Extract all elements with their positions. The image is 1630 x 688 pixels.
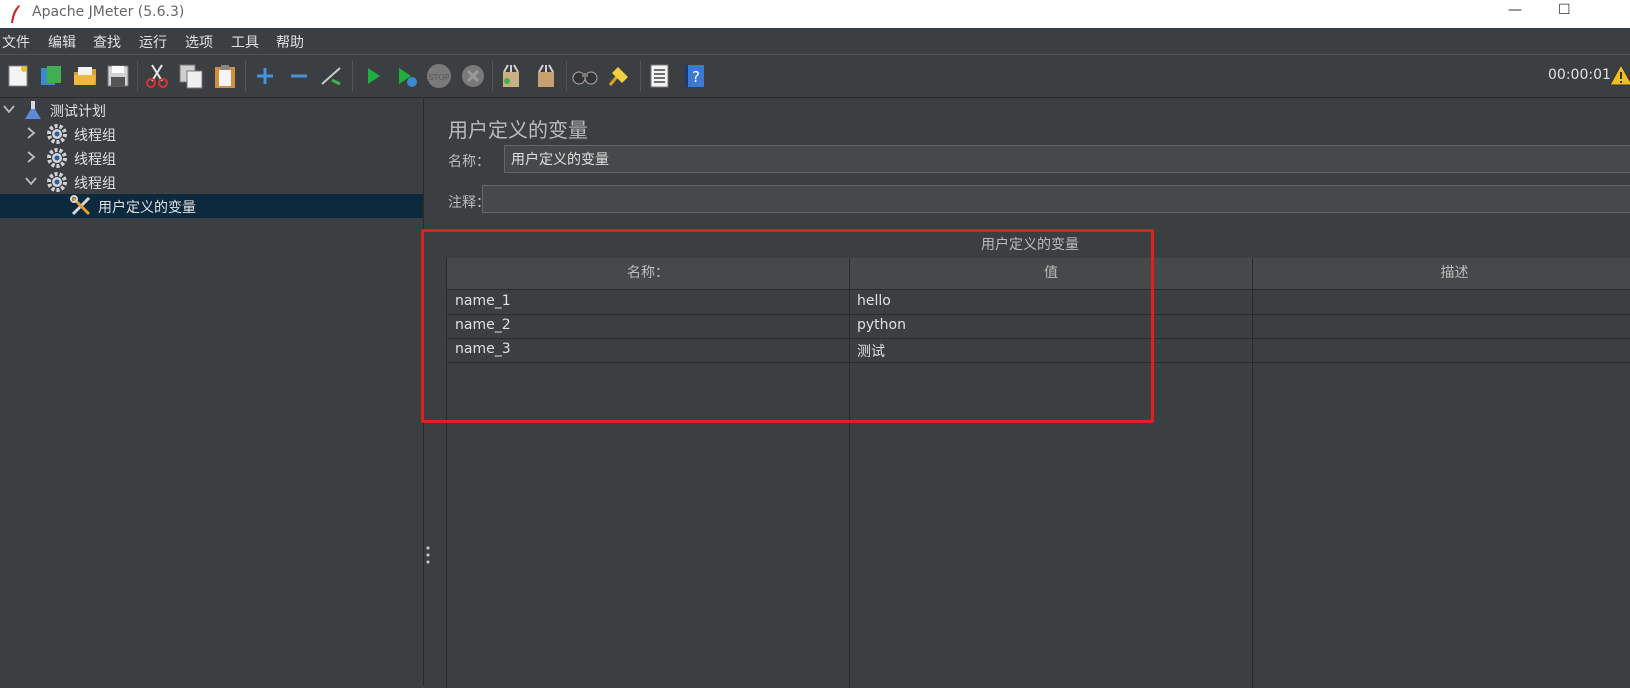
maximize-button[interactable]: ☐ <box>1558 2 1571 18</box>
clear-icon[interactable] <box>498 63 524 89</box>
reset-search-icon[interactable] <box>606 63 632 89</box>
annotation-highlight-box <box>421 229 1154 423</box>
new-icon[interactable] <box>5 63 31 89</box>
expand-icon[interactable] <box>252 63 278 89</box>
chevron-right-icon[interactable] <box>24 150 38 164</box>
tree-item-label: 用户定义的变量 <box>98 200 196 216</box>
chevron-down-icon[interactable] <box>2 102 16 116</box>
cut-icon[interactable] <box>144 63 170 89</box>
tree-item-user-defined-variables[interactable]: 用户定义的变量 <box>0 194 423 218</box>
start-icon[interactable] <box>360 63 386 89</box>
chevron-down-icon[interactable] <box>24 174 38 188</box>
search-icon[interactable] <box>572 63 598 89</box>
menu-options[interactable]: 选项 <box>185 32 213 52</box>
menu-edit[interactable]: 编辑 <box>48 32 76 52</box>
menu-help[interactable]: 帮助 <box>276 32 304 52</box>
tree-item-label: 测试计划 <box>50 104 106 120</box>
chevron-right-icon[interactable] <box>24 126 38 140</box>
gear-icon <box>47 172 67 192</box>
toggle-icon[interactable] <box>318 63 344 89</box>
open-icon[interactable] <box>72 63 98 89</box>
function-helper-icon[interactable] <box>646 63 672 89</box>
toolbar-separator <box>492 61 493 91</box>
toolbar: STOP ? 00:00:01 <box>0 55 1630 98</box>
toolbar-separator <box>137 61 138 91</box>
toolbar-separator <box>352 61 353 91</box>
tree-item-label: 线程组 <box>74 152 116 168</box>
tree-item-thread-group[interactable]: 线程组 <box>0 122 423 146</box>
save-icon[interactable] <box>105 63 131 89</box>
copy-icon[interactable] <box>178 63 204 89</box>
test-plan-tree: 测试计划 线程组 线程组 线程组 用户定义的变量 <box>0 98 424 686</box>
toolbar-separator <box>245 61 246 91</box>
tree-item-test-plan[interactable]: 测试计划 <box>0 98 423 122</box>
wrench-icon <box>70 195 91 216</box>
gear-icon <box>47 148 67 168</box>
tree-item-label: 线程组 <box>74 128 116 144</box>
flask-icon <box>25 101 41 119</box>
jmeter-feather-icon <box>11 5 20 23</box>
clear-all-icon[interactable] <box>533 63 559 89</box>
menu-search[interactable]: 查找 <box>93 32 121 52</box>
name-field[interactable] <box>504 145 1630 173</box>
elapsed-timer: 00:00:01 <box>1548 67 1611 83</box>
menu-file[interactable]: 文件 <box>2 32 30 52</box>
start-no-pause-icon[interactable] <box>393 63 419 89</box>
page-title: 用户定义的变量 <box>448 118 588 142</box>
help-icon[interactable]: ? <box>681 63 707 89</box>
svg-text:STOP: STOP <box>428 73 449 82</box>
toolbar-separator <box>566 61 567 91</box>
menu-tools[interactable]: 工具 <box>231 32 259 52</box>
menu-run[interactable]: 运行 <box>139 32 167 52</box>
comment-field[interactable] <box>482 185 1630 213</box>
toolbar-separator <box>640 61 641 91</box>
name-label: 名称： <box>448 154 490 170</box>
stop-icon[interactable]: STOP <box>426 63 452 89</box>
minimize-button[interactable]: — <box>1508 2 1522 18</box>
paste-icon[interactable] <box>212 63 238 89</box>
templates-icon[interactable] <box>38 63 64 89</box>
collapse-icon[interactable] <box>286 63 312 89</box>
shutdown-icon[interactable] <box>460 63 486 89</box>
tree-item-label: 线程组 <box>74 176 116 192</box>
warning-icon[interactable] <box>1609 63 1630 87</box>
tree-item-thread-group[interactable]: 线程组 <box>0 146 423 170</box>
title-bar: Apache JMeter (5.6.3) — ☐ <box>0 0 1630 28</box>
gear-icon <box>47 124 67 144</box>
menu-bar: 文件 编辑 查找 运行 选项 工具 帮助 <box>0 28 1630 55</box>
svg-text:?: ? <box>692 68 700 86</box>
tree-item-thread-group[interactable]: 线程组 <box>0 170 423 194</box>
column-header-description[interactable]: 描述 <box>1253 258 1630 289</box>
window-title: Apache JMeter (5.6.3) <box>32 4 185 20</box>
